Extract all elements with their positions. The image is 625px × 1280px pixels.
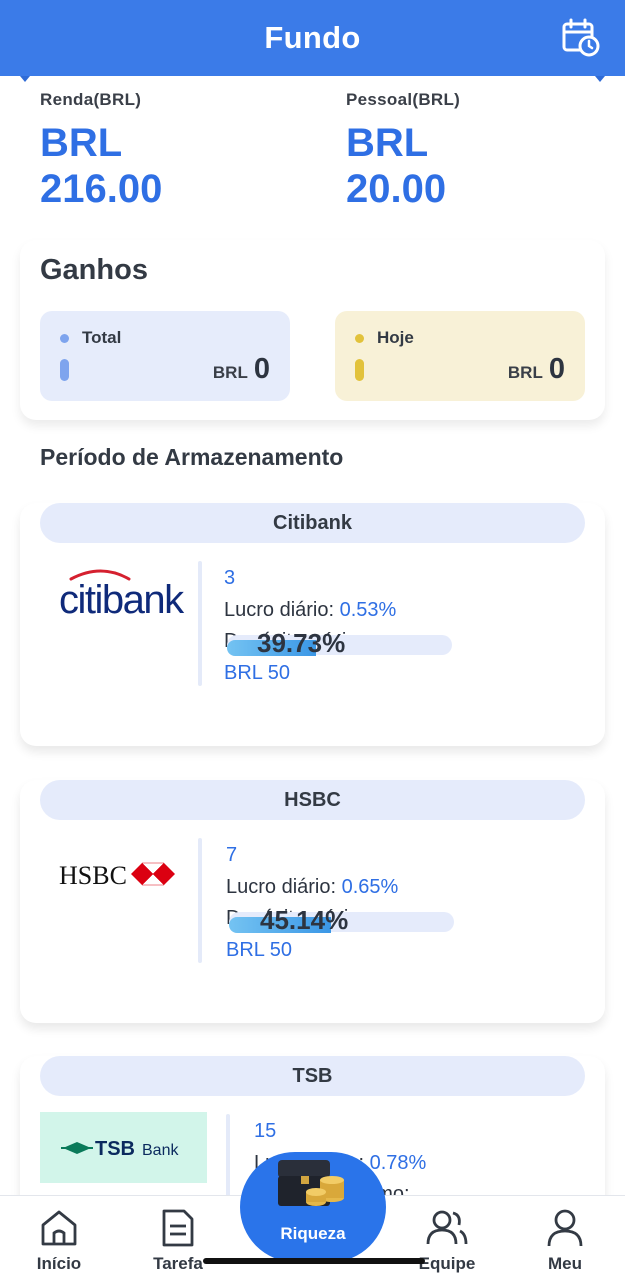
team-icon <box>426 1210 468 1245</box>
bank-card-hsbc[interactable]: HSBC HSBC 7 Lucro diário: 0.65% Depósito… <box>20 780 605 1023</box>
nav-item-meu[interactable]: Meu <box>520 1206 610 1274</box>
min-deposit-value: BRL 50 <box>226 938 292 961</box>
document-icon <box>162 1209 194 1247</box>
pessoal-label: Pessoal(BRL) <box>346 90 461 109</box>
nav-label-inicio: Início <box>36 1254 82 1273</box>
treasure-chest-icon <box>278 1160 344 1206</box>
pessoal-value: 20.00 <box>346 167 447 211</box>
income-section: Renda(BRL) BRL 216.00 Pessoal(BRL) BRL 2… <box>40 90 605 230</box>
header-notch-right <box>595 76 605 82</box>
earnings-card: Ganhos Total BRL 0 Hoje BRL 0 <box>20 240 605 420</box>
nav-label-equipe: Equipe <box>418 1254 476 1273</box>
tsb-logo: TSB Bank <box>40 1112 207 1183</box>
nav-label-meu: Meu <box>548 1254 582 1273</box>
today-bar <box>355 359 364 381</box>
page-title: Fundo <box>264 20 361 55</box>
bank-card-citibank[interactable]: Citibank citibank 3 Lucro diário: 0.53% … <box>20 503 605 746</box>
total-value: 0 <box>253 353 270 385</box>
today-label: Hoje <box>377 328 414 347</box>
bank-name-pill: Citibank <box>40 503 585 543</box>
total-currency: BRL <box>212 363 248 382</box>
renda-currency: BRL <box>40 121 123 165</box>
page: Fundo Renda(BRL) BRL 216.00 Pessoal(BRL)… <box>0 0 625 1280</box>
progress-percent: 39.73% <box>257 628 346 658</box>
today-amount: BRL 0 <box>508 353 565 386</box>
today-dot <box>355 334 364 343</box>
renda-value: 216.00 <box>40 167 163 211</box>
daily-profit-label: Lucro diário: <box>226 875 337 898</box>
today-value: 0 <box>548 353 565 385</box>
renda-block: Renda(BRL) BRL 216.00 <box>40 90 162 212</box>
bank-name-pill: TSB <box>40 1056 585 1096</box>
daily-profit-label: Lucro diário: <box>224 598 335 621</box>
nav-label-tarefa: Tarefa <box>153 1254 203 1273</box>
daily-profit-value: 0.78% <box>369 1151 427 1174</box>
total-label: Total <box>82 328 122 347</box>
user-icon <box>547 1209 583 1247</box>
daily-profit-value: 0.53% <box>339 598 397 621</box>
pessoal-currency: BRL <box>346 121 429 165</box>
citibank-logo: citibank <box>40 561 207 633</box>
home-indicator <box>203 1258 425 1264</box>
bank-divider <box>198 838 202 963</box>
nav-item-inicio[interactable]: Início <box>14 1206 104 1274</box>
total-amount: BRL 0 <box>213 353 270 386</box>
hsbc-logo: HSBC <box>40 838 207 910</box>
earnings-total-box: Total BRL 0 <box>40 311 290 401</box>
progress-percent: 45.14% <box>260 905 349 935</box>
period-days: 7 <box>226 844 238 866</box>
tsb-logo-text: TSB <box>95 1138 135 1160</box>
total-dot <box>60 334 69 343</box>
header-notch-left <box>20 76 30 82</box>
period-days: 15 <box>254 1120 277 1142</box>
app-header: Fundo <box>0 0 625 76</box>
min-deposit-value: BRL 50 <box>224 661 290 684</box>
calendar-clock-icon[interactable] <box>561 18 601 58</box>
today-currency: BRL <box>507 363 543 382</box>
tsb-logo-suffix: Bank <box>142 1142 179 1159</box>
daily-profit-value: 0.65% <box>341 875 399 898</box>
hsbc-logo-text: HSBC <box>59 861 127 890</box>
nav-item-riqueza[interactable]: Riqueza <box>240 1152 386 1262</box>
period-days: 3 <box>224 567 236 589</box>
storage-period-title: Período de Armazenamento <box>40 444 344 470</box>
bank-info: 3 Lucro diário: 0.53% Depósito mínimo: B… <box>224 563 396 689</box>
bank-name-pill: HSBC <box>40 780 585 820</box>
earnings-title: Ganhos <box>40 254 148 286</box>
pessoal-block: Pessoal(BRL) BRL 20.00 <box>346 90 460 212</box>
citibank-logo-text: citibank <box>59 578 185 622</box>
bank-info: 7 Lucro diário: 0.65% Depósito mínimo: B… <box>226 840 398 966</box>
nav-label-riqueza: Riqueza <box>280 1224 346 1243</box>
bank-divider <box>198 561 202 686</box>
earnings-today-box: Hoje BRL 0 <box>335 311 585 401</box>
renda-label: Renda(BRL) <box>40 90 142 109</box>
home-icon <box>41 1210 77 1246</box>
total-bar <box>60 359 69 381</box>
